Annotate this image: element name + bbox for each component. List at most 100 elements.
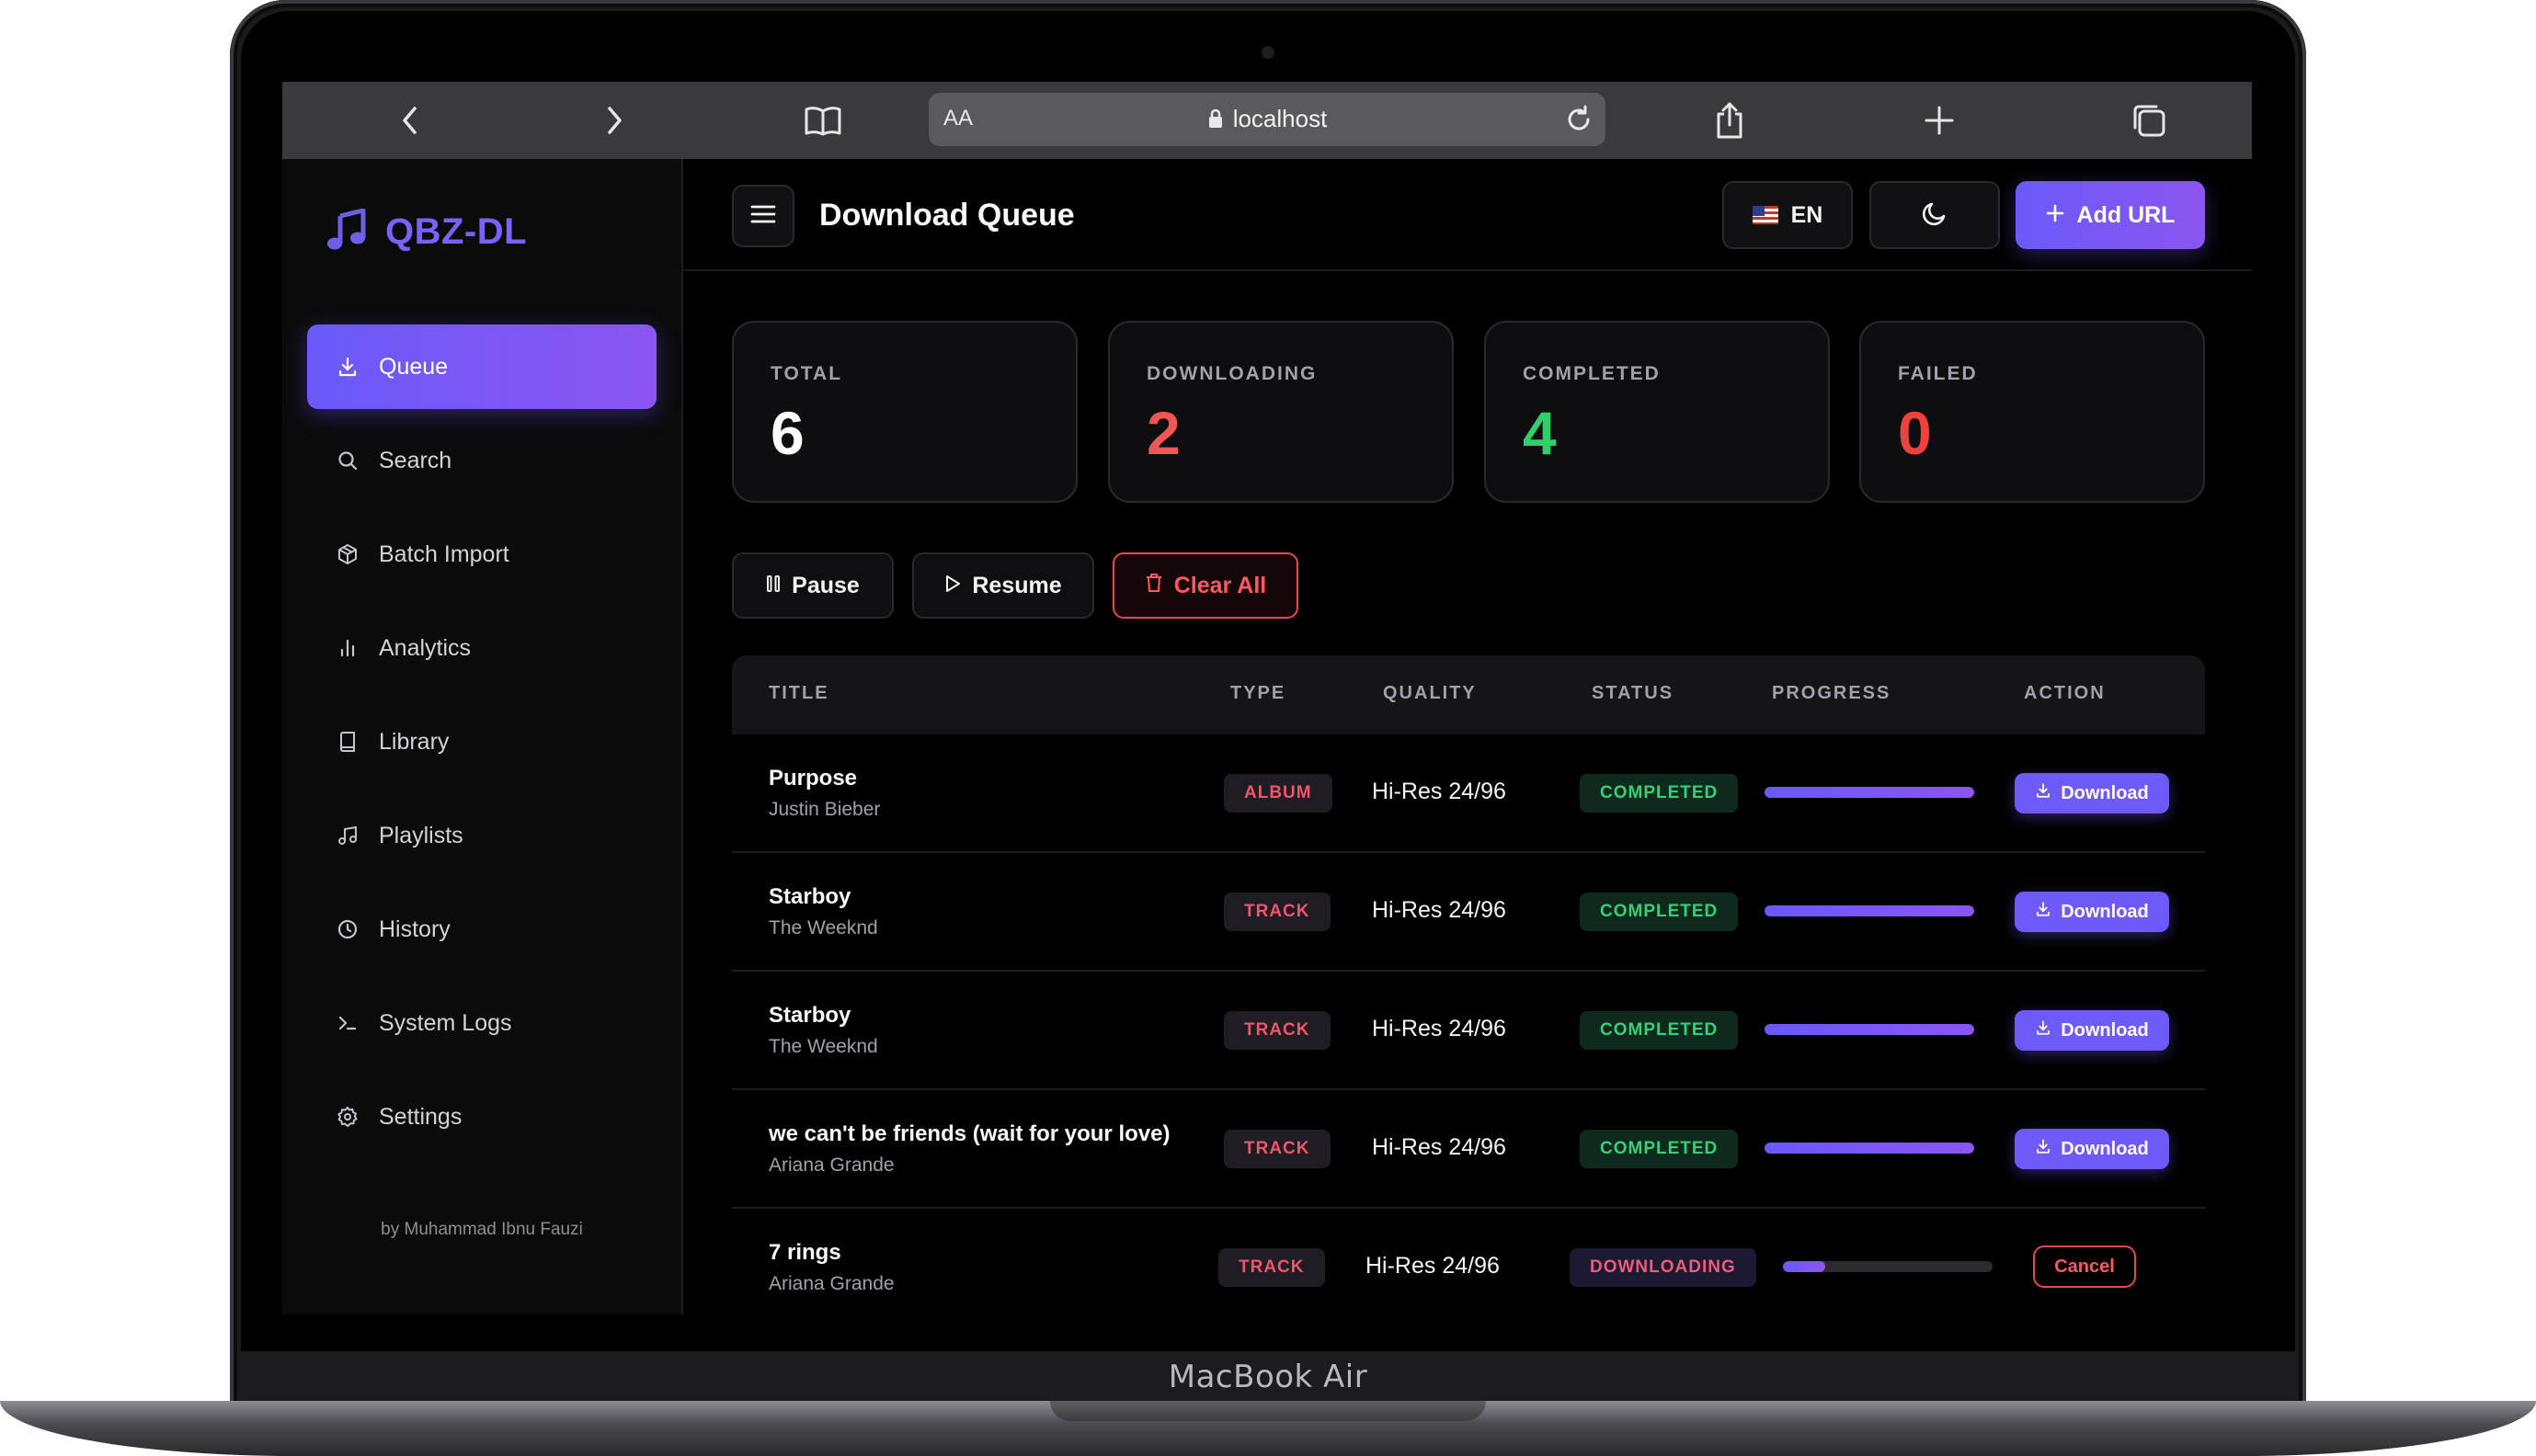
download-icon: [2035, 782, 2051, 804]
track-artist: The Weeknd: [769, 1036, 878, 1057]
column-header-status: STATUS: [1592, 683, 1674, 703]
progress-bar: [1783, 1261, 1993, 1272]
queue-table: TITLE TYPE QUALITY STATUS PROGRESS ACTIO…: [732, 655, 2205, 1314]
table-header: TITLE TYPE QUALITY STATUS PROGRESS ACTIO…: [732, 655, 2205, 734]
progress-bar: [1765, 787, 1974, 798]
download-button[interactable]: Download: [2015, 773, 2169, 813]
quality-value: Hi-Res 24/96: [1372, 1134, 1506, 1160]
download-icon: [2035, 901, 2051, 923]
add-url-label: Add URL: [2076, 201, 2176, 228]
download-icon: [335, 354, 360, 380]
stat-card-completed: COMPLETED 4: [1484, 321, 1830, 503]
language-button[interactable]: EN: [1722, 181, 1853, 249]
track-title: Starboy: [769, 884, 851, 909]
screen: AA localhost QBZ-DL Queue Search Batch I…: [282, 82, 2252, 1314]
quality-value: Hi-Res 24/96: [1372, 779, 1506, 804]
sidebar-item-label: System Logs: [379, 1009, 512, 1036]
resume-label: Resume: [972, 572, 1062, 598]
sidebar-item-queue[interactable]: Queue: [307, 324, 657, 409]
theme-toggle-button[interactable]: [1869, 181, 2000, 249]
pause-button[interactable]: Pause: [732, 552, 894, 619]
gear-icon: [335, 1104, 360, 1130]
camera: [1262, 46, 1274, 59]
brand-logo[interactable]: QBZ-DL: [326, 208, 528, 256]
author-credit: by Muhammad Ibnu Fauzi: [381, 1220, 583, 1239]
menu-toggle-button[interactable]: [732, 185, 794, 247]
browser-toolbar: AA localhost: [282, 82, 2252, 159]
progress-bar: [1765, 1143, 1974, 1154]
sidebar-item-settings[interactable]: Settings: [307, 1075, 657, 1159]
progress-fill: [1765, 1024, 1974, 1035]
table-row[interactable]: Starboy The Weeknd TRACK Hi-Res 24/96 CO…: [732, 972, 2205, 1090]
music-note-logo-icon: [326, 208, 367, 256]
brand-name: QBZ-DL: [385, 211, 528, 252]
laptop-chin: MacBook Air: [241, 1351, 2295, 1403]
progress-bar: [1765, 1024, 1974, 1035]
track-artist: Justin Bieber: [769, 799, 881, 820]
type-badge: ALBUM: [1224, 774, 1332, 813]
plus-icon: [2046, 202, 2064, 229]
play-icon: [944, 573, 961, 599]
download-button[interactable]: Download: [2015, 1129, 2169, 1169]
download-button[interactable]: Download: [2015, 1010, 2169, 1051]
music-note-icon: [335, 823, 360, 848]
cancel-button[interactable]: Cancel: [2033, 1246, 2136, 1288]
stat-card-failed: FAILED 0: [1859, 321, 2205, 503]
pause-icon: [766, 573, 781, 599]
type-badge: TRACK: [1224, 1011, 1331, 1050]
sidebar-item-system-logs[interactable]: System Logs: [307, 981, 657, 1065]
stat-value: 6: [771, 399, 805, 467]
bookmarks-icon[interactable]: [804, 101, 842, 140]
tabs-overview-icon[interactable]: [2130, 101, 2168, 140]
column-header-action: ACTION: [2024, 683, 2106, 703]
type-badge: TRACK: [1224, 893, 1331, 931]
address-bar[interactable]: AA localhost: [929, 93, 1605, 146]
sidebar-item-library[interactable]: Library: [307, 700, 657, 784]
sidebar-item-label: Library: [379, 728, 450, 755]
stat-label: TOTAL: [771, 363, 843, 384]
sidebar-item-batch-import[interactable]: Batch Import: [307, 512, 657, 597]
add-url-button[interactable]: Add URL: [2016, 181, 2205, 249]
reload-icon[interactable]: [1563, 104, 1594, 135]
sidebar-item-label: Analytics: [379, 634, 472, 661]
progress-bar: [1765, 905, 1974, 916]
sidebar-item-search[interactable]: Search: [307, 418, 657, 503]
url-display[interactable]: localhost: [929, 105, 1605, 135]
device-label: MacBook Air: [1168, 1359, 1368, 1395]
trash-icon: [1145, 573, 1163, 599]
stat-card-total: TOTAL 6: [732, 321, 1078, 503]
download-icon: [2035, 1138, 2051, 1160]
table-row[interactable]: Starboy The Weeknd TRACK Hi-Res 24/96 CO…: [732, 853, 2205, 972]
sidebar-item-label: History: [379, 916, 451, 942]
column-header-progress: PROGRESS: [1772, 683, 1891, 703]
moon-icon: [1921, 199, 1948, 232]
resume-button[interactable]: Resume: [912, 552, 1094, 619]
main-content: Download Queue EN Add URL TOTAL 6 DOWNLO…: [681, 159, 2252, 1314]
laptop-hinge-notch: [1050, 1401, 1486, 1421]
stat-label: DOWNLOADING: [1147, 363, 1318, 384]
table-row[interactable]: Purpose Justin Bieber ALBUM Hi-Res 24/96…: [732, 734, 2205, 853]
progress-fill: [1765, 1143, 1974, 1154]
download-icon: [2035, 1019, 2051, 1041]
new-tab-icon[interactable]: [1920, 101, 1959, 140]
table-row[interactable]: 7 rings Ariana Grande TRACK Hi-Res 24/96…: [732, 1209, 2205, 1314]
stat-value: 4: [1523, 399, 1557, 467]
sidebar-item-playlists[interactable]: Playlists: [307, 793, 657, 878]
sidebar-item-label: Search: [379, 447, 452, 473]
sidebar-item-label: Batch Import: [379, 540, 509, 567]
share-icon[interactable]: [1710, 101, 1749, 140]
quality-value: Hi-Res 24/96: [1365, 1253, 1500, 1279]
sidebar-item-analytics[interactable]: Analytics: [307, 606, 657, 690]
download-button[interactable]: Download: [2015, 892, 2169, 932]
track-title: Starboy: [769, 1003, 851, 1028]
sidebar-item-history[interactable]: History: [307, 887, 657, 972]
sidebar-item-label: Playlists: [379, 822, 463, 848]
stat-card-downloading: DOWNLOADING 2: [1108, 321, 1454, 503]
table-row[interactable]: we can't be friends (wait for your love)…: [732, 1090, 2205, 1209]
progress-fill: [1783, 1261, 1825, 1272]
forward-icon[interactable]: [595, 101, 634, 140]
back-icon[interactable]: [391, 101, 429, 140]
status-badge: COMPLETED: [1580, 1011, 1739, 1050]
download-label: Download: [2061, 1019, 2149, 1041]
clear-all-button[interactable]: Clear All: [1113, 552, 1298, 619]
